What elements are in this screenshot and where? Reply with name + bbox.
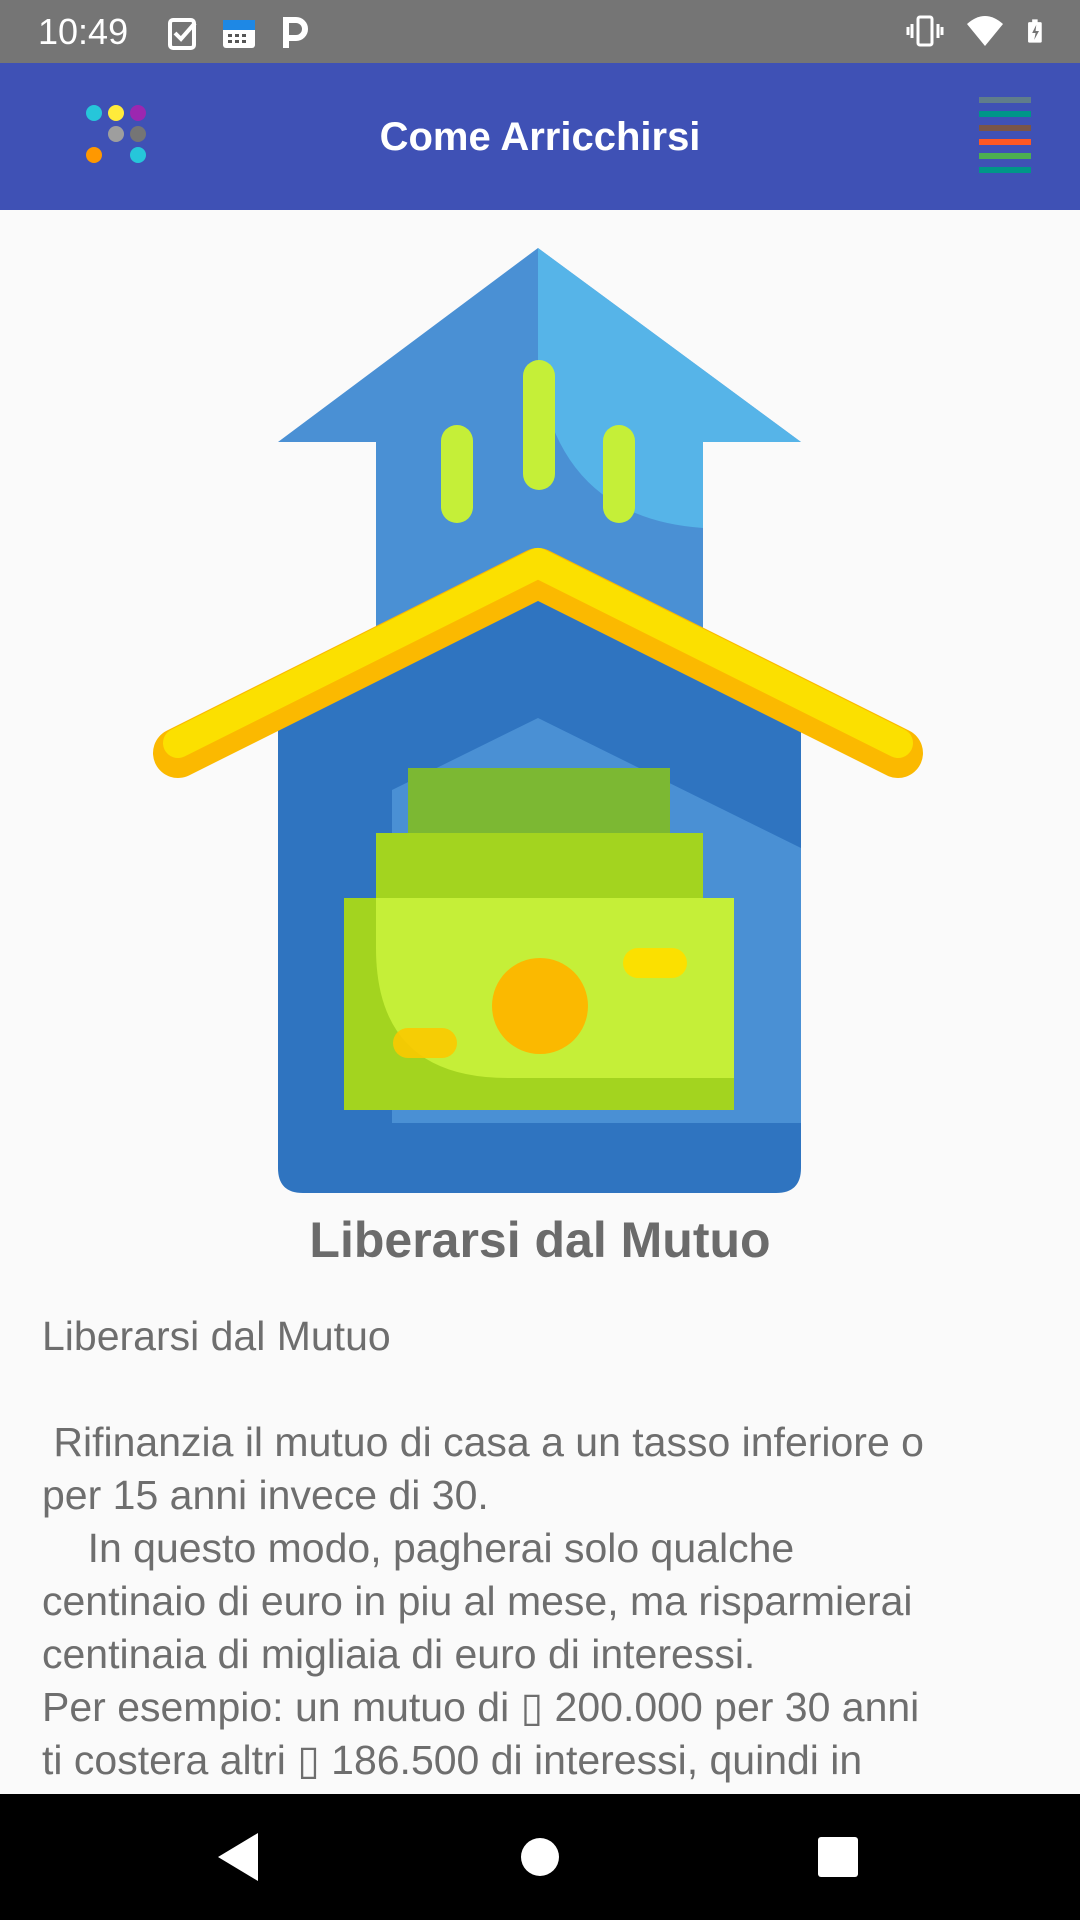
recents-icon[interactable] bbox=[808, 1827, 868, 1887]
article-line: Per esempio: un mutuo di ▯ 200.000 per 3… bbox=[42, 1684, 920, 1730]
status-time: 10:49 bbox=[38, 11, 129, 52]
article-line: centinaia di migliaia di euro di interes… bbox=[42, 1631, 756, 1677]
article-line: In questo modo, pagherai solo qualche bbox=[42, 1525, 795, 1571]
status-system-icons bbox=[906, 12, 1052, 50]
status-bar: 10:49 bbox=[0, 0, 1080, 63]
article-line: centinaio di euro in piu al mese, ma ris… bbox=[42, 1578, 913, 1624]
home-icon[interactable] bbox=[510, 1827, 570, 1887]
status-notification-icons bbox=[164, 14, 314, 50]
article-title: Liberarsi dal Mutuo bbox=[309, 1212, 771, 1268]
navigation-bar bbox=[0, 1794, 1080, 1920]
test-calendar-icon bbox=[223, 20, 255, 48]
colored-lines-menu-icon[interactable] bbox=[975, 97, 1033, 177]
house-with-money-icon bbox=[153, 248, 923, 1193]
article-body: Liberarsi dal Mutuo Rifinanzia il mutuo … bbox=[42, 1310, 1042, 1787]
article-content[interactable]: Liberarsi dal Mutuo Liberarsi dal Mutuo … bbox=[0, 210, 1080, 1794]
parking-p-icon bbox=[283, 17, 308, 48]
article-line: Rifinanzia il mutuo di casa a un tasso i… bbox=[42, 1419, 924, 1465]
article-line: ti costera altri ▯ 186.500 di interessi,… bbox=[42, 1737, 863, 1783]
task-check-icon bbox=[168, 18, 197, 50]
back-icon[interactable] bbox=[210, 1827, 270, 1887]
battery-charging-icon bbox=[1028, 19, 1042, 43]
app-bar: Come Arricchirsi bbox=[0, 63, 1080, 210]
article-heading: Liberarsi dal Mutuo bbox=[42, 1313, 391, 1359]
wifi-icon bbox=[967, 16, 1003, 46]
article-line: per 15 anni invece di 30. bbox=[42, 1472, 489, 1518]
vibrate-icon bbox=[906, 15, 944, 47]
app-title: Come Arricchirsi bbox=[379, 115, 701, 159]
